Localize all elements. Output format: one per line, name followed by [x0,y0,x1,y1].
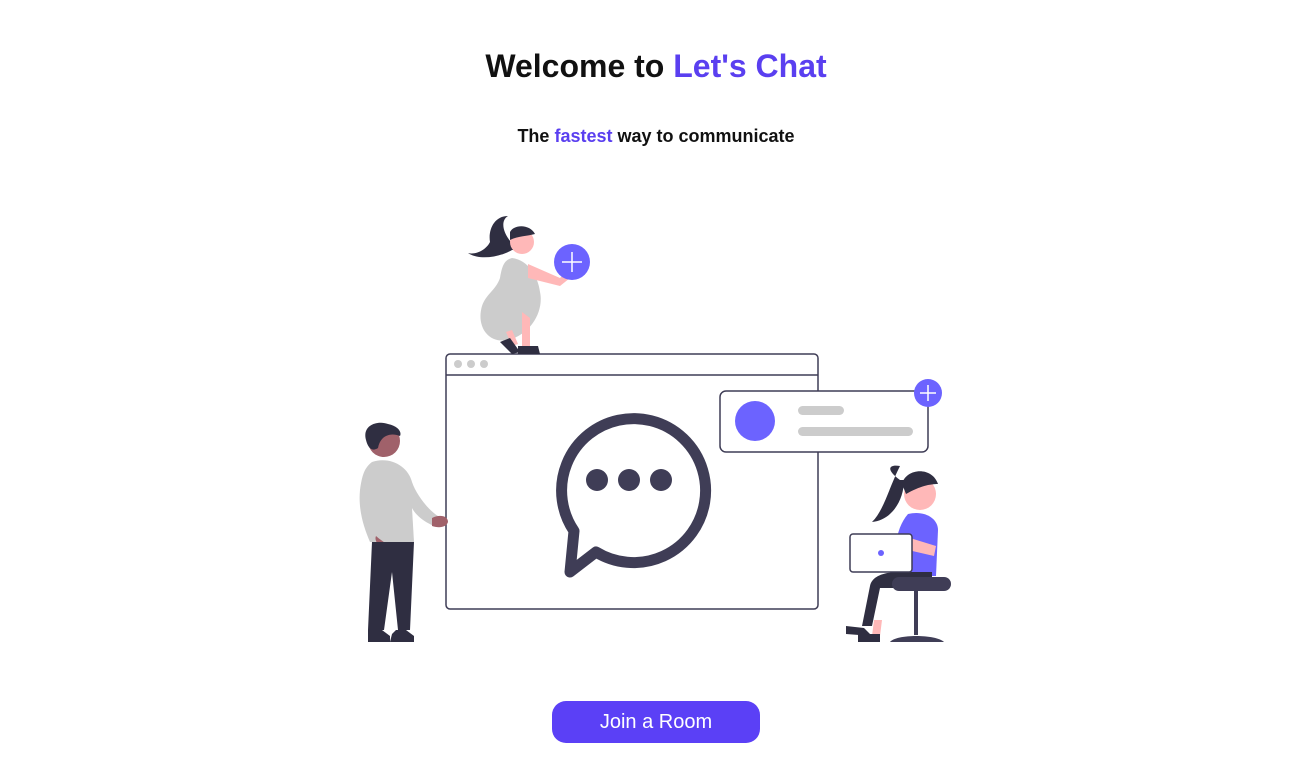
landing-page: Welcome to Let's Chat The fastest way to… [0,0,1298,781]
chat-illustration [359,216,951,642]
join-room-button[interactable]: Join a Room [552,701,760,743]
user-card-icon [719,390,929,453]
tagline-end: way to communicate [612,126,795,146]
standing-man-figure [359,422,448,642]
crouching-woman-figure [468,216,590,354]
brand-name: Let's Chat [673,48,827,84]
tagline: The fastest way to communicate [0,125,1298,147]
add-icon [914,379,942,407]
tagline-highlight: fastest [554,126,613,146]
tagline-start: The [517,126,555,146]
page-title: Welcome to Let's Chat [0,46,1298,86]
sitting-woman-figure [846,465,951,642]
title-prefix: Welcome to [485,48,674,84]
